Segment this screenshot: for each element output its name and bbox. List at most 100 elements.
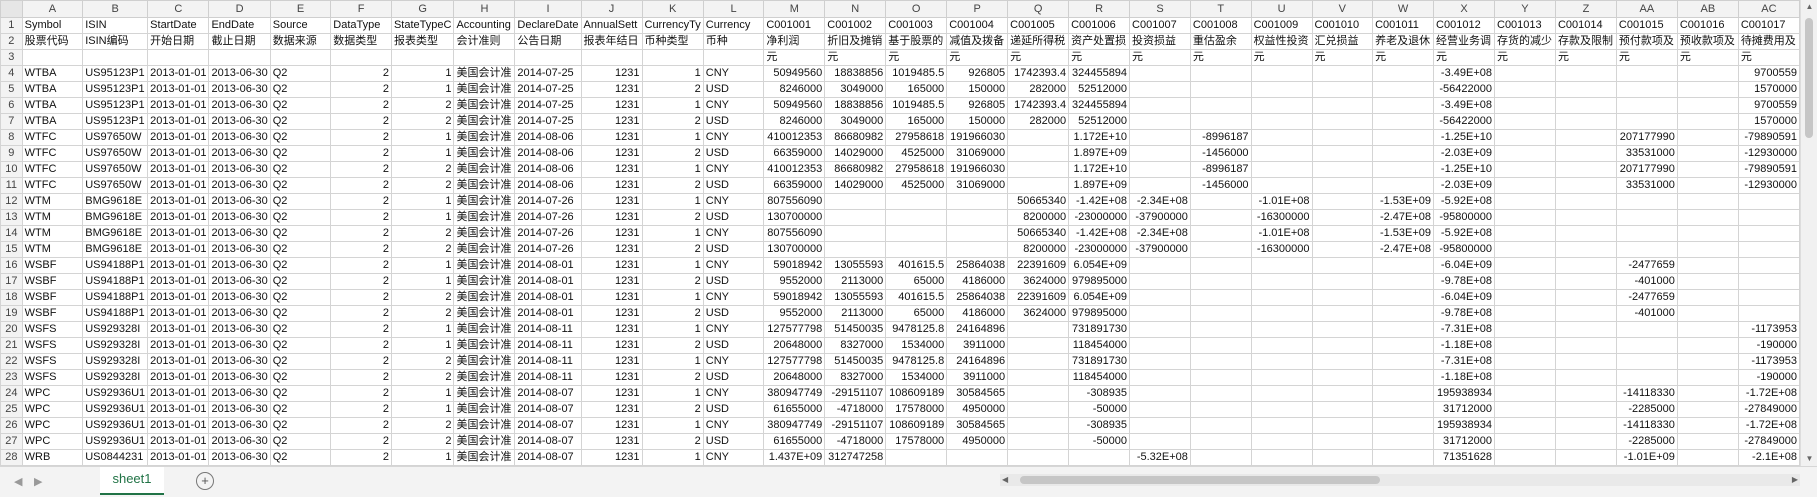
cell[interactable]: 1 xyxy=(641,385,704,402)
cell[interactable] xyxy=(208,49,271,66)
cell[interactable]: 17578000 xyxy=(885,401,948,418)
cell[interactable]: 2 xyxy=(330,353,392,370)
cell[interactable]: 存货的减少 xyxy=(1494,33,1556,50)
cell[interactable]: 重估盈余 xyxy=(1189,33,1252,50)
cell[interactable] xyxy=(1007,321,1070,338)
cell[interactable]: -1173953 xyxy=(1737,353,1800,370)
cell[interactable]: CNY xyxy=(702,193,765,210)
cell[interactable]: 1 xyxy=(641,65,704,82)
cell[interactable]: 1019485.5 xyxy=(885,97,948,114)
cell[interactable]: 2 xyxy=(641,241,704,258)
cell[interactable]: 1 xyxy=(390,81,455,98)
cell[interactable]: -308935 xyxy=(1068,417,1131,434)
cell[interactable] xyxy=(1554,369,1617,386)
cell[interactable]: WTBA xyxy=(21,97,84,114)
cell[interactable] xyxy=(1129,289,1191,306)
cell[interactable] xyxy=(1007,337,1070,354)
cell[interactable] xyxy=(1554,433,1617,450)
cell[interactable] xyxy=(1494,257,1556,274)
cell[interactable]: 汇兑损益 xyxy=(1311,33,1374,50)
cell[interactable]: -1456000 xyxy=(1189,177,1252,194)
cell[interactable]: 2 xyxy=(641,177,704,194)
cell[interactable] xyxy=(1676,353,1739,370)
cell[interactable]: WTM xyxy=(21,209,84,226)
cell[interactable]: 美国会计准 xyxy=(453,401,516,418)
cell[interactable] xyxy=(1494,289,1556,306)
cell[interactable] xyxy=(1189,449,1252,466)
cell[interactable] xyxy=(1615,65,1678,82)
cell[interactable]: 2 xyxy=(330,337,392,354)
cell[interactable]: -29151107 xyxy=(824,385,887,402)
cell[interactable]: 282000 xyxy=(1007,81,1070,98)
cell[interactable]: 2013-06-30 xyxy=(208,369,271,386)
row-header[interactable]: 5 xyxy=(0,81,23,98)
cell[interactable]: 2 xyxy=(330,225,392,242)
cell[interactable]: 美国会计准 xyxy=(453,225,516,242)
cell[interactable]: Q2 xyxy=(269,145,332,162)
cell[interactable] xyxy=(1129,177,1191,194)
cell[interactable] xyxy=(1676,193,1739,210)
cell[interactable]: 2014-08-01 xyxy=(514,273,582,290)
cell[interactable]: 24164896 xyxy=(946,353,1009,370)
cell[interactable]: 1 xyxy=(390,401,455,418)
cell[interactable]: 1.172E+10 xyxy=(1068,161,1131,178)
cell[interactable]: 1 xyxy=(641,321,704,338)
cell[interactable]: 2013-06-30 xyxy=(208,289,271,306)
cell[interactable]: CNY xyxy=(702,385,765,402)
cell[interactable] xyxy=(1007,449,1070,466)
cell[interactable] xyxy=(1494,65,1556,82)
cell[interactable] xyxy=(1676,113,1739,130)
cell[interactable] xyxy=(1372,353,1435,370)
cell[interactable] xyxy=(1250,433,1313,450)
cell[interactable] xyxy=(1494,161,1556,178)
cell[interactable]: 2013-01-01 xyxy=(147,113,210,130)
cell[interactable]: WPC xyxy=(21,417,84,434)
cell[interactable] xyxy=(1676,129,1739,146)
cell[interactable] xyxy=(1129,321,1191,338)
cell[interactable]: 2013-06-30 xyxy=(208,193,271,210)
cell[interactable]: C001001 xyxy=(763,17,826,34)
cell[interactable] xyxy=(1129,353,1191,370)
cell[interactable] xyxy=(1250,161,1313,178)
cell[interactable]: 币种 xyxy=(702,33,765,50)
cell[interactable]: 2014-08-01 xyxy=(514,305,582,322)
cell[interactable] xyxy=(1615,97,1678,114)
cell[interactable]: 108609189 xyxy=(885,385,948,402)
cell[interactable] xyxy=(1311,385,1374,402)
cell[interactable] xyxy=(1007,433,1070,450)
cell[interactable] xyxy=(1007,401,1070,418)
cell[interactable]: 2 xyxy=(330,401,392,418)
cell[interactable]: 1 xyxy=(390,337,455,354)
cell[interactable]: 127577798 xyxy=(763,353,826,370)
cell[interactable]: 2013-06-30 xyxy=(208,257,271,274)
cell[interactable]: 1 xyxy=(390,65,455,82)
cell[interactable] xyxy=(1189,305,1252,322)
cell[interactable]: 2 xyxy=(330,145,392,162)
cell[interactable]: 31712000 xyxy=(1433,433,1495,450)
column-header[interactable]: S xyxy=(1129,0,1191,18)
cell[interactable]: 731891730 xyxy=(1068,321,1131,338)
cell[interactable]: Symbol xyxy=(21,17,84,34)
cell[interactable]: C001006 xyxy=(1068,17,1131,34)
cell[interactable]: -95800000 xyxy=(1433,241,1495,258)
cell[interactable] xyxy=(1311,209,1374,226)
cell[interactable]: USD xyxy=(702,81,765,98)
cell[interactable] xyxy=(1250,145,1313,162)
cell[interactable]: 31069000 xyxy=(946,145,1009,162)
cell[interactable]: 1231 xyxy=(580,321,643,338)
cell[interactable] xyxy=(1250,401,1313,418)
cell[interactable]: USD xyxy=(702,401,765,418)
cell[interactable]: CNY xyxy=(702,449,765,466)
column-header[interactable]: AB xyxy=(1676,0,1739,18)
cell[interactable] xyxy=(1311,177,1374,194)
row-header[interactable]: 2 xyxy=(0,33,23,50)
cell[interactable]: 1019485.5 xyxy=(885,65,948,82)
cell[interactable]: 2013-01-01 xyxy=(147,97,210,114)
cell[interactable]: 币种类型 xyxy=(641,33,704,50)
column-header[interactable]: AA xyxy=(1615,0,1678,18)
cell[interactable]: 50949560 xyxy=(763,97,826,114)
cell[interactable]: -3.49E+08 xyxy=(1433,65,1495,82)
cell[interactable] xyxy=(1250,113,1313,130)
cell[interactable] xyxy=(824,241,887,258)
cell[interactable]: 50665340 xyxy=(1007,193,1070,210)
